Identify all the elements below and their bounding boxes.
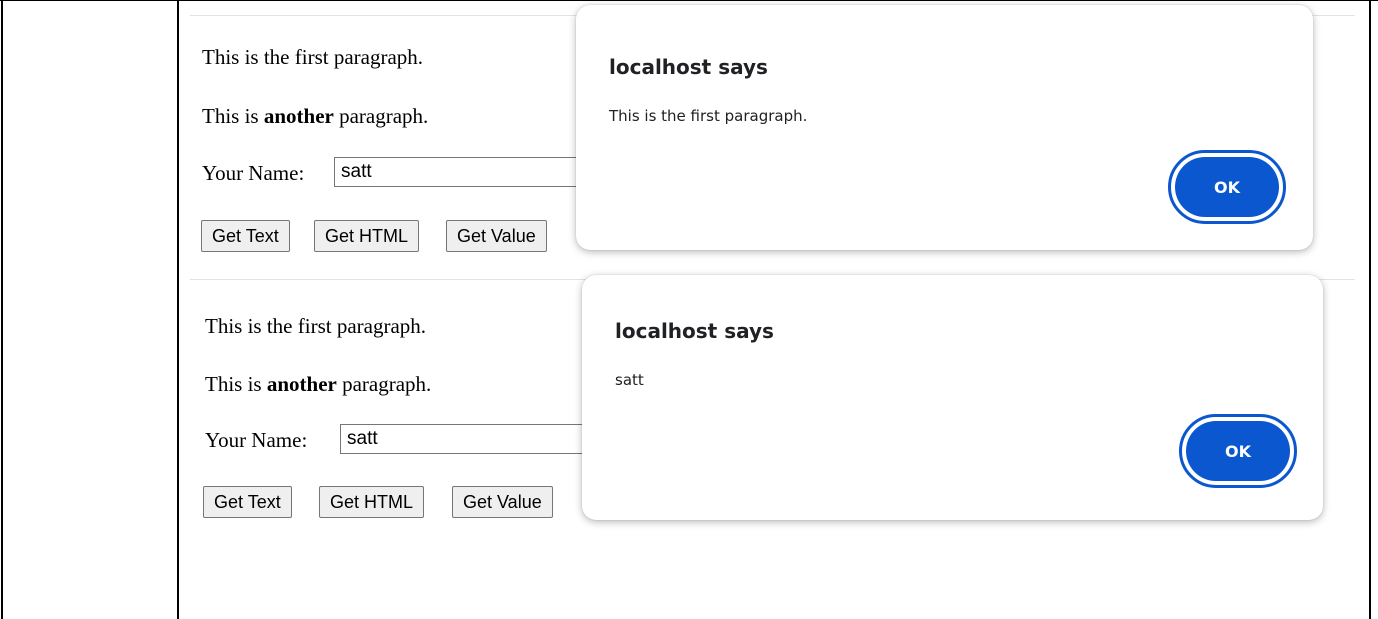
- ok-button[interactable]: OK: [1186, 421, 1290, 481]
- get-html-button[interactable]: Get HTML: [319, 486, 425, 518]
- your-name-input[interactable]: [340, 424, 590, 454]
- first-paragraph: This is the first paragraph.: [202, 45, 424, 69]
- dialog-message: satt: [615, 371, 644, 389]
- get-text-button[interactable]: Get Text: [201, 220, 290, 252]
- document-table-frame: This is the first paragraph. This is ano…: [0, 0, 1378, 619]
- get-value-button[interactable]: Get Value: [452, 486, 553, 518]
- dialog-title: localhost says: [609, 55, 768, 79]
- dialog-message: This is the first paragraph.: [609, 107, 808, 125]
- alert-dialog-1: localhost says This is the first paragra…: [576, 5, 1313, 250]
- alert-dialog-2: localhost says satt OK: [582, 275, 1323, 520]
- get-value-button[interactable]: Get Value: [446, 220, 547, 252]
- your-name-label: Your Name:: [202, 161, 305, 185]
- ok-button[interactable]: OK: [1175, 157, 1279, 217]
- first-paragraph: This is the first paragraph.: [205, 314, 427, 338]
- get-html-button[interactable]: Get HTML: [314, 220, 420, 252]
- another-paragraph: This is another paragraph.: [205, 372, 432, 396]
- table-border-right: [1369, 1, 1371, 619]
- get-text-button[interactable]: Get Text: [203, 486, 292, 518]
- dialog-title: localhost says: [615, 319, 774, 343]
- your-name-label: Your Name:: [205, 428, 308, 452]
- table-column-divider: [177, 1, 179, 619]
- table-border-left: [1, 1, 3, 619]
- ok-button-focus-ring: OK: [1179, 414, 1297, 488]
- your-name-input[interactable]: [334, 157, 584, 187]
- ok-button-focus-ring: OK: [1168, 150, 1286, 224]
- another-paragraph: This is another paragraph.: [202, 104, 429, 128]
